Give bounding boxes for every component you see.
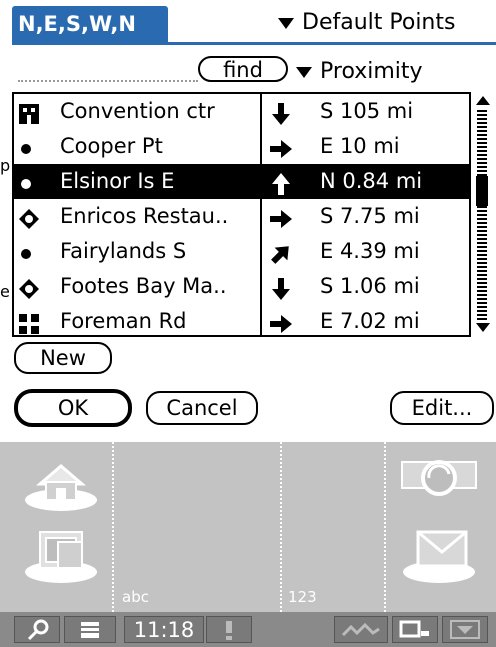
scroll-thumb[interactable] bbox=[476, 176, 488, 206]
direction-arrow-icon bbox=[268, 241, 294, 264]
waypoint-name: Enricos Restau.. bbox=[60, 204, 229, 228]
waypoint-row[interactable]: Footes Bay Ma.. S 1.06 mi bbox=[14, 269, 469, 304]
waypoint-distance: S 7.75 mi bbox=[320, 204, 420, 228]
dropdown-arrow-icon bbox=[278, 17, 294, 29]
edge-fragment: e bbox=[0, 282, 10, 301]
waypoint-row[interactable]: Fairylands S E 4.39 mi bbox=[14, 234, 469, 269]
signature-icon[interactable] bbox=[334, 616, 388, 643]
waypoint-row[interactable]: Enricos Restau.. S 7.75 mi bbox=[14, 199, 469, 234]
waypoint-row[interactable]: Elsinor Is E N 0.84 mi bbox=[14, 164, 469, 199]
sort-label: Proximity bbox=[320, 59, 423, 84]
waypoint-row[interactable]: Foreman Rd E 7.02 mi bbox=[14, 304, 469, 339]
graffiti-abc-label: abc bbox=[122, 588, 149, 606]
diamond-icon bbox=[18, 206, 40, 229]
new-button[interactable]: New bbox=[14, 342, 112, 374]
header-rule bbox=[12, 42, 496, 45]
waypoint-distance: S 1.06 mi bbox=[320, 274, 420, 298]
diamond-icon bbox=[18, 276, 40, 299]
waypoint-name: Fairylands S bbox=[60, 239, 187, 263]
direction-arrow-icon bbox=[268, 206, 294, 228]
waypoint-row[interactable]: Cooper Pt E 10 mi bbox=[14, 129, 469, 164]
menu-icon[interactable] bbox=[18, 524, 104, 590]
intersection-icon bbox=[18, 311, 40, 334]
edit-button[interactable]: Edit... bbox=[390, 391, 494, 425]
dot-icon bbox=[18, 136, 40, 158]
find-search-icon[interactable] bbox=[14, 616, 60, 643]
sync-icon[interactable] bbox=[396, 452, 482, 518]
building-icon bbox=[18, 101, 40, 124]
waypoint-name: Cooper Pt bbox=[60, 134, 163, 158]
graffiti-area[interactable]: abc 123 bbox=[0, 442, 496, 612]
direction-arrow-icon bbox=[268, 311, 294, 333]
dropdown-arrow-icon bbox=[296, 66, 312, 78]
cancel-button[interactable]: Cancel bbox=[146, 391, 258, 425]
sort-dropdown[interactable]: Proximity bbox=[296, 58, 423, 86]
alert-icon[interactable] bbox=[206, 616, 252, 643]
waypoint-distance: E 4.39 mi bbox=[320, 239, 420, 263]
graffiti-divider bbox=[112, 442, 114, 612]
hide-input-icon[interactable] bbox=[442, 616, 488, 643]
waypoint-table: Convention ctr S 105 mi Cooper Pt E 10 mi El… bbox=[12, 92, 471, 337]
mail-icon[interactable] bbox=[396, 524, 482, 590]
waypoint-distance: S 105 mi bbox=[320, 99, 414, 123]
category-dropdown[interactable]: Default Points bbox=[278, 8, 455, 38]
find-field[interactable] bbox=[18, 80, 198, 82]
direction-arrow-icon bbox=[268, 101, 294, 125]
category-label: Default Points bbox=[302, 10, 456, 35]
graffiti-divider bbox=[384, 442, 386, 612]
graffiti-divider bbox=[280, 442, 282, 612]
graffiti-123-label: 123 bbox=[288, 588, 317, 606]
waypoint-name: Footes Bay Ma.. bbox=[60, 274, 227, 298]
waypoint-row[interactable]: Convention ctr S 105 mi bbox=[14, 94, 469, 129]
waypoint-name: Convention ctr bbox=[60, 99, 215, 123]
waypoint-distance: N 0.84 mi bbox=[320, 169, 423, 193]
waypoint-name: Elsinor Is E bbox=[60, 169, 175, 193]
home-icon[interactable] bbox=[18, 452, 104, 518]
app-title[interactable]: N,E,S,W,N bbox=[12, 6, 168, 42]
scroll-down-icon[interactable] bbox=[476, 323, 490, 332]
direction-arrow-icon bbox=[268, 276, 294, 300]
status-clock[interactable]: 11:18 bbox=[124, 616, 204, 643]
status-bar: 11:18 bbox=[0, 612, 496, 647]
direction-arrow-icon bbox=[268, 171, 294, 195]
waypoint-distance: E 7.02 mi bbox=[320, 309, 420, 333]
input-mode-icon[interactable] bbox=[392, 616, 438, 643]
scrollbar[interactable] bbox=[474, 96, 492, 332]
dot-icon bbox=[18, 241, 40, 263]
waypoint-distance: E 10 mi bbox=[320, 134, 400, 158]
direction-arrow-icon bbox=[268, 136, 294, 158]
ok-button[interactable]: OK bbox=[14, 389, 132, 427]
waypoint-name: Foreman Rd bbox=[60, 309, 187, 333]
find-button[interactable]: find bbox=[198, 56, 288, 82]
scroll-up-icon[interactable] bbox=[476, 96, 490, 105]
dot-icon bbox=[18, 171, 40, 193]
edge-fragment: p bbox=[0, 156, 11, 175]
menu-bar-icon[interactable] bbox=[64, 616, 116, 643]
scroll-track[interactable] bbox=[477, 108, 487, 320]
